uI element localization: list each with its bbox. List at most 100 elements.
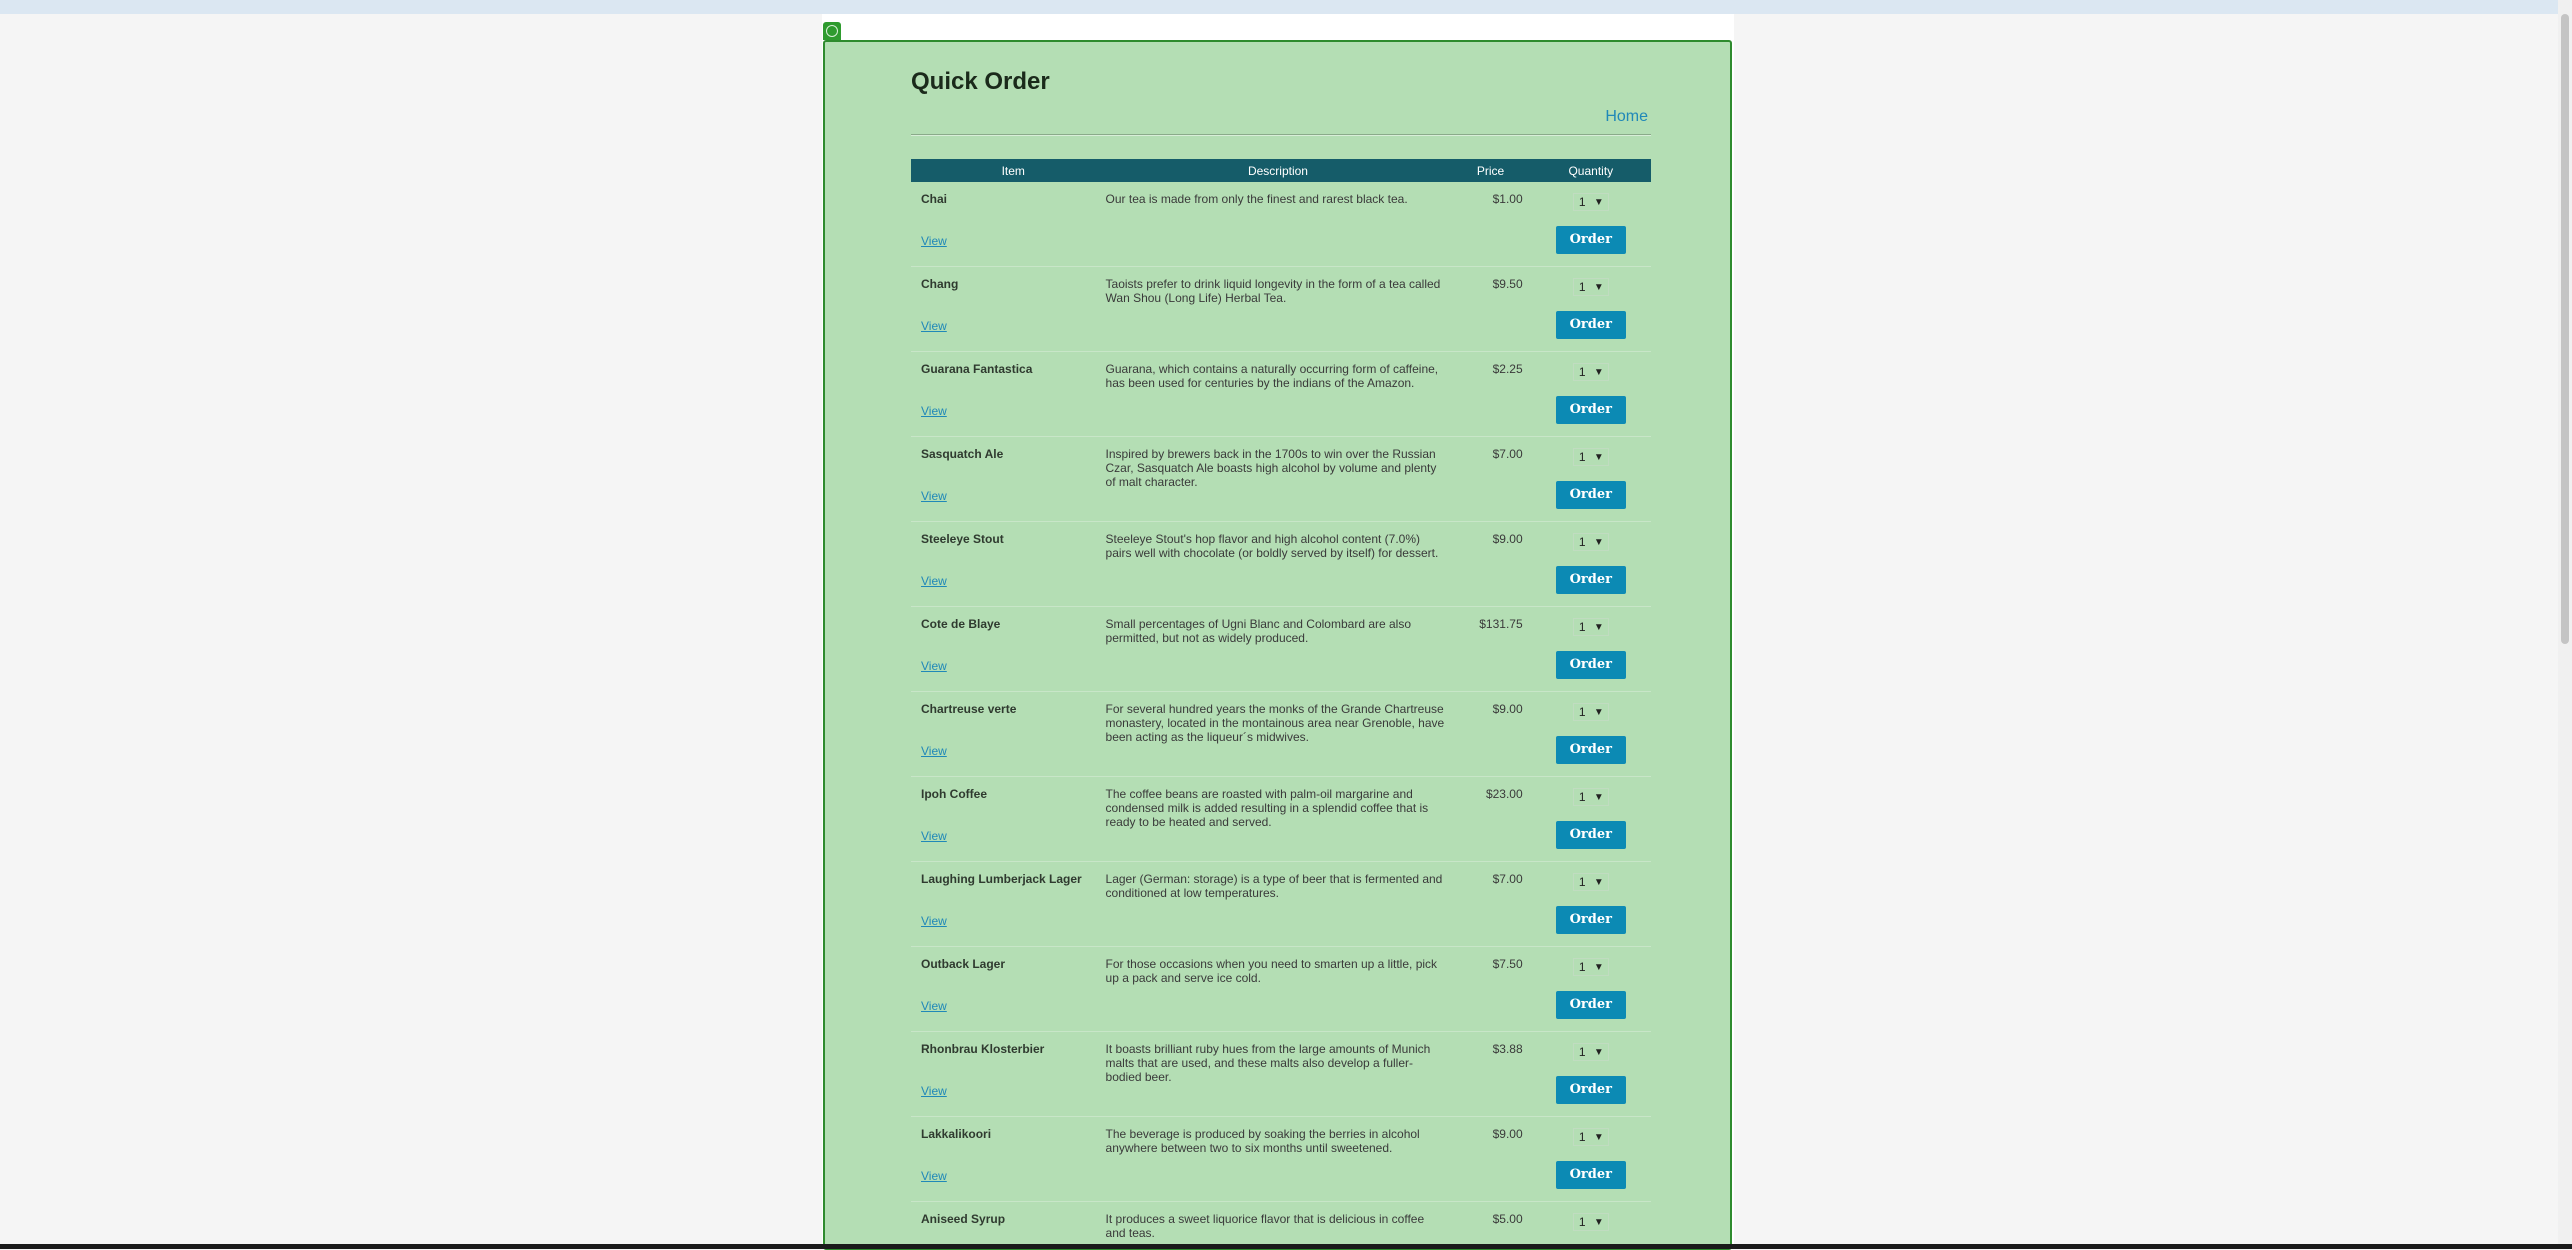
quantity-cell: 1▼ Order: [1531, 1032, 1651, 1117]
price-cell: $23.00: [1450, 777, 1530, 862]
price-cell: $1.00: [1450, 182, 1530, 267]
quantity-select[interactable]: 1▼: [1573, 448, 1609, 466]
quantity-value: 1: [1579, 195, 1586, 209]
quantity-cell: 1▼ Order: [1531, 947, 1651, 1032]
item-name: Sasquatch Ale: [921, 447, 1106, 461]
header-price: Price: [1450, 159, 1530, 182]
item-price: $7.00: [1450, 447, 1530, 461]
quantity-cell: 1▼ Order: [1531, 522, 1651, 607]
view-link[interactable]: View: [921, 319, 1106, 333]
quantity-select[interactable]: 1▼: [1573, 958, 1609, 976]
order-button[interactable]: Order: [1556, 226, 1626, 254]
item-price: $5.00: [1450, 1212, 1530, 1226]
page-title: Quick Order: [911, 68, 1050, 96]
item-description: It produces a sweet liquorice flavor tha…: [1106, 1212, 1446, 1240]
order-button[interactable]: Order: [1556, 481, 1626, 509]
view-link[interactable]: View: [921, 914, 1106, 928]
quantity-cell: 1▼ Order: [1531, 437, 1651, 522]
description-cell: The coffee beans are roasted with palm-o…: [1106, 777, 1451, 862]
order-button[interactable]: Order: [1556, 566, 1626, 594]
item-name: Laughing Lumberjack Lager: [921, 872, 1106, 886]
item-cell: Rhonbrau Klosterbier View: [911, 1032, 1106, 1117]
view-link[interactable]: View: [921, 234, 1106, 248]
item-description: Small percentages of Ugni Blanc and Colo…: [1106, 617, 1446, 645]
quantity-select[interactable]: 1▼: [1573, 1128, 1609, 1146]
order-button[interactable]: Order: [1556, 651, 1626, 679]
quantity-select[interactable]: 1▼: [1573, 788, 1609, 806]
quantity-select[interactable]: 1▼: [1573, 1043, 1609, 1061]
item-description: Lager (German: storage) is a type of bee…: [1106, 872, 1446, 900]
quantity-cell: 1▼ Order: [1531, 692, 1651, 777]
view-link[interactable]: View: [921, 574, 1106, 588]
quantity-select[interactable]: 1▼: [1573, 363, 1609, 381]
item-price: $9.00: [1450, 702, 1530, 716]
quantity-cell: 1▼ Order: [1531, 1117, 1651, 1202]
panel-handle[interactable]: [823, 22, 841, 40]
item-price: $7.00: [1450, 872, 1530, 886]
view-link[interactable]: View: [921, 999, 1106, 1013]
scrollbar-thumb[interactable]: [2561, 14, 2569, 644]
item-description: Inspired by brewers back in the 1700s to…: [1106, 447, 1446, 489]
view-link[interactable]: View: [921, 404, 1106, 418]
order-button[interactable]: Order: [1556, 1161, 1626, 1189]
home-link[interactable]: Home: [1605, 108, 1648, 126]
quantity-select[interactable]: 1▼: [1573, 703, 1609, 721]
table-row: Outback Lager View For those occasions w…: [911, 947, 1651, 1032]
description-cell: Taoists prefer to drink liquid longevity…: [1106, 267, 1451, 352]
order-button[interactable]: Order: [1556, 396, 1626, 424]
chevron-down-icon: ▼: [1594, 365, 1604, 381]
order-button[interactable]: Order: [1556, 991, 1626, 1019]
item-name: Outback Lager: [921, 957, 1106, 971]
price-cell: $131.75: [1450, 607, 1530, 692]
quantity-select[interactable]: 1▼: [1573, 1213, 1609, 1231]
quantity-value: 1: [1579, 875, 1586, 889]
quantity-cell: 1▼ Order: [1531, 777, 1651, 862]
view-link[interactable]: View: [921, 744, 1106, 758]
item-price: $1.00: [1450, 192, 1530, 206]
item-price: $9.00: [1450, 532, 1530, 546]
item-name: Steeleye Stout: [921, 532, 1106, 546]
quantity-cell: 1▼ Order: [1531, 607, 1651, 692]
table-row: Chartreuse verte View For several hundre…: [911, 692, 1651, 777]
description-cell: For several hundred years the monks of t…: [1106, 692, 1451, 777]
quick-order-panel: Quick Order Home Item Description Price …: [823, 40, 1732, 1250]
item-price: $23.00: [1450, 787, 1530, 801]
order-button[interactable]: Order: [1556, 1076, 1626, 1104]
item-name: Guarana Fantastica: [921, 362, 1106, 376]
description-cell: Our tea is made from only the finest and…: [1106, 182, 1451, 267]
quantity-select[interactable]: 1▼: [1573, 873, 1609, 891]
item-description: Steeleye Stout's hop flavor and high alc…: [1106, 532, 1446, 560]
order-button[interactable]: Order: [1556, 736, 1626, 764]
item-description: The coffee beans are roasted with palm-o…: [1106, 787, 1446, 829]
item-name: Lakkalikoori: [921, 1127, 1106, 1141]
description-cell: The beverage is produced by soaking the …: [1106, 1117, 1451, 1202]
page-scrollbar[interactable]: [2558, 0, 2572, 1244]
chevron-down-icon: ▼: [1594, 1130, 1604, 1146]
chevron-down-icon: ▼: [1594, 960, 1604, 976]
quantity-select[interactable]: 1▼: [1573, 618, 1609, 636]
view-link[interactable]: View: [921, 1169, 1106, 1183]
view-link[interactable]: View: [921, 1084, 1106, 1098]
view-link[interactable]: View: [921, 489, 1106, 503]
view-link[interactable]: View: [921, 829, 1106, 843]
order-button[interactable]: Order: [1556, 906, 1626, 934]
description-cell: Guarana, which contains a naturally occu…: [1106, 352, 1451, 437]
order-button[interactable]: Order: [1556, 311, 1626, 339]
price-cell: $7.50: [1450, 947, 1530, 1032]
chevron-down-icon: ▼: [1594, 1045, 1604, 1061]
quantity-select[interactable]: 1▼: [1573, 533, 1609, 551]
item-description: The beverage is produced by soaking the …: [1106, 1127, 1446, 1155]
header-description: Description: [1106, 159, 1451, 182]
description-cell: Steeleye Stout's hop flavor and high alc…: [1106, 522, 1451, 607]
view-link[interactable]: View: [921, 659, 1106, 673]
item-price: $9.50: [1450, 277, 1530, 291]
price-cell: $9.00: [1450, 522, 1530, 607]
order-button[interactable]: Order: [1556, 821, 1626, 849]
item-price: $9.00: [1450, 1127, 1530, 1141]
chevron-down-icon: ▼: [1594, 705, 1604, 721]
item-cell: Ipoh Coffee View: [911, 777, 1106, 862]
quantity-select[interactable]: 1▼: [1573, 278, 1609, 296]
quantity-select[interactable]: 1▼: [1573, 193, 1609, 211]
price-cell: $3.88: [1450, 1032, 1530, 1117]
table-row: Chang View Taoists prefer to drink liqui…: [911, 267, 1651, 352]
